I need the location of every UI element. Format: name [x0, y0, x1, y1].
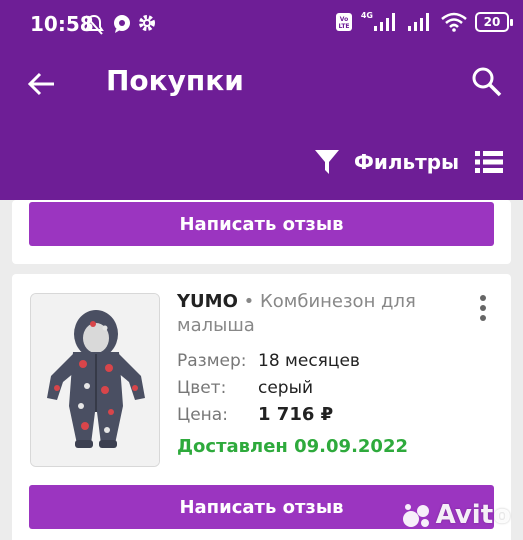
- product-image[interactable]: [30, 293, 160, 467]
- delivery-status: Доставлен 09.09.2022: [177, 436, 409, 457]
- price-label: Цена:: [177, 405, 228, 425]
- page-title: Покупки: [106, 64, 244, 97]
- back-arrow-icon[interactable]: [24, 66, 60, 102]
- svg-text:LTE: LTE: [338, 23, 349, 30]
- svg-text:Vo: Vo: [340, 16, 348, 23]
- color-label: Цвет:: [177, 378, 227, 398]
- watermark-text: Avito: [435, 500, 511, 530]
- jumpsuit-image: [31, 294, 159, 466]
- chat-bubble-icon: [114, 15, 130, 33]
- app-bar: Покупки Фильтры: [0, 50, 523, 200]
- volte-icon: Vo LTE: [335, 13, 352, 31]
- product-info: YUMO • Комбинезон для малыша Размер: 18 …: [177, 290, 457, 457]
- price-row: Цена: 1 716 ₽: [177, 404, 457, 426]
- search-icon[interactable]: [469, 64, 505, 100]
- battery-level: 20: [483, 15, 501, 29]
- size-row: Размер: 18 месяцев: [177, 350, 457, 372]
- list-view-icon[interactable]: [475, 150, 503, 174]
- color-value: серый: [258, 378, 314, 398]
- title-separator: •: [243, 291, 255, 312]
- signal-icon: [374, 13, 395, 31]
- network-type: 4G: [360, 10, 373, 20]
- filter-funnel-icon: [315, 150, 339, 174]
- gear-icon: [139, 15, 155, 31]
- avito-watermark: Avito: [402, 500, 511, 530]
- signal-icon-2: [408, 13, 429, 31]
- more-options-icon[interactable]: [477, 294, 489, 322]
- status-right-group: Vo LTE 4G 20: [335, 10, 513, 32]
- filter-button[interactable]: Фильтры: [314, 146, 459, 178]
- purchase-card: Написать отзыв: [12, 200, 511, 264]
- color-row: Цвет: серый: [177, 377, 457, 399]
- mute-icon: [84, 14, 104, 35]
- product-title[interactable]: YUMO • Комбинезон для малыша: [177, 290, 457, 338]
- size-label: Размер:: [177, 351, 247, 371]
- wifi-icon: [441, 12, 467, 32]
- avito-logo-icon: [402, 504, 429, 527]
- brand-name: YUMO: [177, 291, 238, 312]
- status-bar: 10:58 Vo LTE 4G 20: [0, 0, 523, 50]
- price-value: 1 716 ₽: [258, 404, 334, 425]
- size-value: 18 месяцев: [258, 351, 360, 371]
- write-review-button[interactable]: Написать отзыв: [29, 202, 494, 246]
- battery-icon: 20: [475, 12, 513, 32]
- filter-label: Фильтры: [354, 150, 460, 174]
